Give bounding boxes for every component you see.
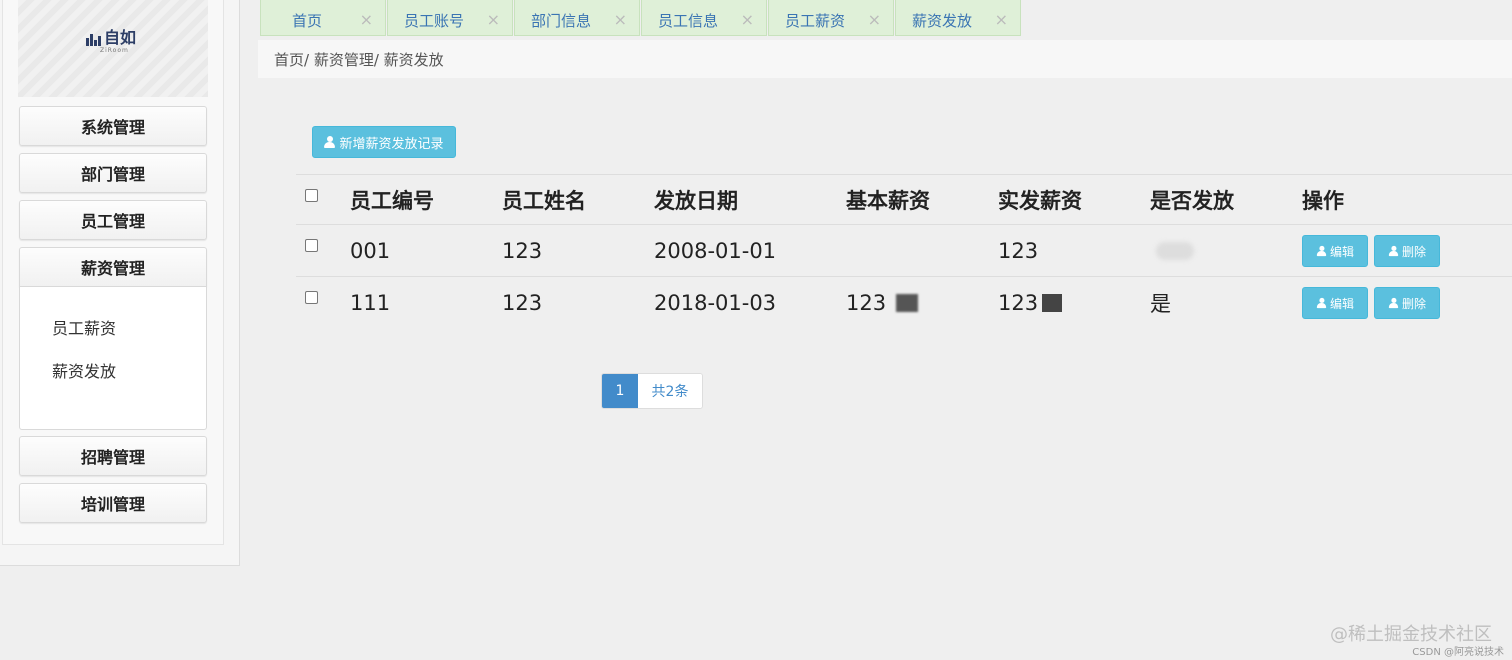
column-header: 发放日期 bbox=[654, 188, 738, 213]
total-count: 共2条 bbox=[638, 374, 702, 408]
tab-employee-salary[interactable]: 员工薪资 × bbox=[768, 0, 894, 36]
menu-department[interactable]: 部门管理 bbox=[19, 153, 207, 193]
column-header: 员工编号 bbox=[350, 188, 434, 213]
tab-label: 员工薪资 bbox=[785, 12, 846, 30]
brand-name: 自如 bbox=[104, 28, 137, 47]
building-icon bbox=[86, 34, 101, 46]
close-icon[interactable]: × bbox=[487, 10, 500, 29]
redacted-mark bbox=[1042, 293, 1063, 312]
add-button-label: 新增薪资发放记录 bbox=[339, 136, 444, 152]
user-icon bbox=[1388, 297, 1399, 309]
column-header: 员工姓名 bbox=[502, 188, 586, 213]
submenu-item-employee-salary[interactable]: 员工薪资 bbox=[52, 315, 116, 339]
tab-label: 首页 bbox=[291, 12, 322, 30]
delete-button[interactable]: 删除 bbox=[1374, 287, 1440, 319]
delete-label: 删除 bbox=[1401, 296, 1426, 311]
column-header: 实发薪资 bbox=[998, 188, 1082, 213]
edit-label: 编辑 bbox=[1329, 296, 1354, 311]
edit-label: 编辑 bbox=[1329, 244, 1354, 259]
base-salary-cell: 123 bbox=[846, 277, 919, 328]
breadcrumb: 首页/ 薪资管理/ 薪资发放 bbox=[258, 40, 1512, 78]
redacted-mark bbox=[1156, 241, 1194, 260]
table-header-row: 员工编号 员工姓名 发放日期 基本薪资 实发薪资 是否发放 操作 bbox=[296, 174, 1512, 224]
tab-bar: 首页 × 员工账号 × 部门信息 × 员工信息 × 员工薪资 × 薪资发放 × bbox=[260, 0, 1022, 36]
user-icon bbox=[1388, 245, 1399, 257]
tab-label: 员工账号 bbox=[404, 12, 465, 30]
row-checkbox[interactable] bbox=[305, 239, 318, 252]
issued-status bbox=[1150, 225, 1194, 276]
column-header: 基本薪资 bbox=[846, 188, 930, 213]
user-icon bbox=[324, 136, 336, 148]
base-salary: 123 bbox=[846, 290, 887, 315]
close-icon[interactable]: × bbox=[995, 10, 1008, 29]
payment-date: 2008-01-01 bbox=[654, 238, 777, 263]
table-row: 111 123 2018-01-03 123 123 是 编辑 删除 bbox=[296, 276, 1512, 328]
edit-button[interactable]: 编辑 bbox=[1302, 235, 1368, 267]
employee-name: 123 bbox=[502, 290, 543, 315]
add-salary-payment-button[interactable]: 新增薪资发放记录 bbox=[312, 126, 456, 158]
edit-button[interactable]: 编辑 bbox=[1302, 287, 1368, 319]
tab-label: 部门信息 bbox=[531, 12, 592, 30]
salary-submenu: 员工薪资 薪资发放 bbox=[19, 287, 207, 430]
tab-home[interactable]: 首页 × bbox=[260, 0, 386, 36]
pagination: 1 共2条 bbox=[601, 373, 703, 409]
column-header: 是否发放 bbox=[1150, 188, 1234, 213]
actual-salary: 123 bbox=[998, 238, 1039, 263]
page-1-button[interactable]: 1 bbox=[602, 374, 638, 408]
menu-salary[interactable]: 薪资管理 bbox=[19, 247, 207, 287]
redacted-mark bbox=[896, 293, 919, 312]
issued-status: 是 bbox=[1150, 291, 1171, 316]
logo-area: 自如 ZiRoom bbox=[18, 0, 208, 97]
tab-label: 薪资发放 bbox=[912, 12, 973, 30]
menu-training[interactable]: 培训管理 bbox=[19, 483, 207, 523]
actual-salary-cell: 123 bbox=[998, 277, 1063, 328]
row-checkbox[interactable] bbox=[305, 291, 318, 304]
employee-name: 123 bbox=[502, 238, 543, 263]
menu-employee[interactable]: 员工管理 bbox=[19, 200, 207, 240]
menu-recruitment[interactable]: 招聘管理 bbox=[19, 436, 207, 476]
select-all-checkbox[interactable] bbox=[305, 189, 318, 202]
close-icon[interactable]: × bbox=[741, 10, 754, 29]
delete-label: 删除 bbox=[1401, 244, 1426, 259]
tab-salary-payment[interactable]: 薪资发放 × bbox=[895, 0, 1021, 36]
actual-salary: 123 bbox=[998, 290, 1039, 315]
brand-logo: 自如 bbox=[86, 30, 136, 46]
close-icon[interactable]: × bbox=[614, 10, 627, 29]
salary-payment-table: 员工编号 员工姓名 发放日期 基本薪资 实发薪资 是否发放 操作 001 123… bbox=[296, 174, 1512, 328]
delete-button[interactable]: 删除 bbox=[1374, 235, 1440, 267]
menu-system[interactable]: 系统管理 bbox=[19, 106, 207, 146]
column-header: 操作 bbox=[1302, 188, 1344, 213]
tab-label: 员工信息 bbox=[658, 12, 719, 30]
table-row: 001 123 2008-01-01 123 编辑 删除 bbox=[296, 224, 1512, 276]
brand-subtitle: ZiRoom bbox=[100, 47, 129, 54]
tab-employee-info[interactable]: 员工信息 × bbox=[641, 0, 767, 36]
user-icon bbox=[1316, 297, 1327, 309]
employee-id: 111 bbox=[350, 290, 391, 315]
employee-id: 001 bbox=[350, 238, 391, 263]
submenu-item-salary-payment[interactable]: 薪资发放 bbox=[52, 358, 116, 382]
user-icon bbox=[1316, 245, 1327, 257]
tab-department-info[interactable]: 部门信息 × bbox=[514, 0, 640, 36]
close-icon[interactable]: × bbox=[868, 10, 881, 29]
payment-date: 2018-01-03 bbox=[654, 290, 777, 315]
watermark-sub: CSDN @阿亮说技术 bbox=[1412, 647, 1504, 658]
tab-employee-account[interactable]: 员工账号 × bbox=[387, 0, 513, 36]
close-icon[interactable]: × bbox=[360, 10, 373, 29]
